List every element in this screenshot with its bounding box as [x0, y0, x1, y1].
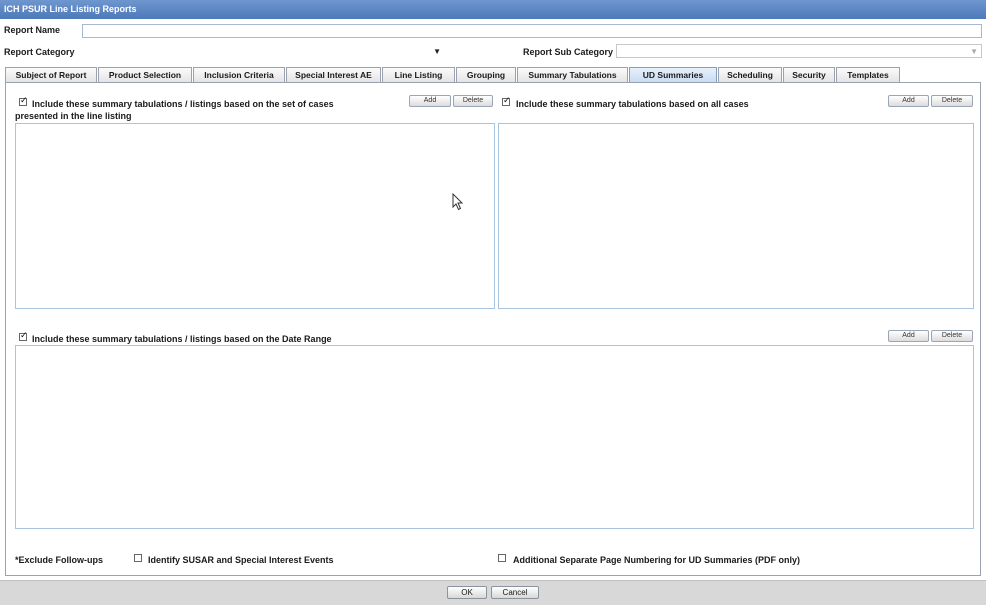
date-range-checkbox[interactable]: ✓ [19, 330, 28, 341]
line-listing-label-1: Include these summary tabulations / list… [32, 99, 334, 109]
window-title-bar: ICH PSUR Line Listing Reports [0, 0, 986, 19]
tab-security[interactable]: Security [783, 67, 835, 82]
tab-product-selection[interactable]: Product Selection [98, 67, 192, 82]
exclude-followups-label: *Exclude Follow-ups [15, 555, 104, 565]
all-cases-list[interactable] [498, 123, 974, 309]
dropdown-arrow-icon[interactable]: ▼ [970, 45, 978, 58]
all-cases-add-button[interactable]: Add [888, 95, 929, 107]
cancel-button[interactable]: Cancel [491, 586, 539, 599]
tab-bar: Subject of Report Product Selection Incl… [5, 67, 901, 83]
date-range-list[interactable] [15, 345, 974, 529]
separate-page-numbering-checkbox[interactable] [498, 554, 506, 562]
tab-inclusion-criteria[interactable]: Inclusion Criteria [193, 67, 285, 82]
tab-scheduling[interactable]: Scheduling [718, 67, 782, 82]
report-sub-category-label: Report Sub Category [523, 47, 614, 57]
mouse-pointer-icon [452, 193, 464, 211]
ud-summaries-panel: ✓ Include these summary tabulations / li… [5, 82, 981, 576]
all-cases-label: Include these summary tabulations based … [516, 99, 749, 109]
line-listing-label-2: presented in the line listing [15, 111, 132, 121]
report-category-dropdown[interactable]: ▼ [78, 45, 444, 59]
all-cases-checkbox[interactable]: ✓ [502, 95, 511, 106]
dropdown-arrow-icon[interactable]: ▼ [433, 45, 441, 58]
tab-summary-tabulations[interactable]: Summary Tabulations [517, 67, 628, 82]
line-listing-checkbox[interactable]: ✓ [19, 95, 28, 106]
checkmark-icon: ✓ [20, 95, 28, 105]
window-title: ICH PSUR Line Listing Reports [4, 4, 137, 14]
report-category-label: Report Category [4, 47, 75, 57]
tab-ud-summaries[interactable]: UD Summaries [629, 67, 717, 83]
date-range-label: Include these summary tabulations / list… [32, 334, 332, 344]
date-range-delete-button[interactable]: Delete [931, 330, 973, 342]
identify-susar-checkbox[interactable] [134, 554, 142, 562]
separate-page-numbering-label: Additional Separate Page Numbering for U… [513, 555, 801, 565]
report-name-label: Report Name [4, 25, 61, 35]
tab-line-listing[interactable]: Line Listing [382, 67, 455, 82]
identify-susar-label: Identify SUSAR and Special Interest Even… [148, 555, 334, 565]
dialog-button-bar: OK Cancel [0, 580, 986, 605]
tab-subject-of-report[interactable]: Subject of Report [5, 67, 97, 82]
all-cases-delete-button[interactable]: Delete [931, 95, 973, 107]
report-name-input[interactable] [82, 24, 982, 38]
line-listing-delete-button[interactable]: Delete [453, 95, 493, 107]
line-listing-add-button[interactable]: Add [409, 95, 451, 107]
checkmark-icon: ✓ [20, 330, 28, 340]
tab-grouping[interactable]: Grouping [456, 67, 516, 82]
checkmark-icon: ✓ [503, 95, 511, 105]
report-sub-category-dropdown[interactable]: ▼ [616, 44, 982, 58]
tab-templates[interactable]: Templates [836, 67, 900, 82]
line-listing-list[interactable] [15, 123, 495, 309]
ok-button[interactable]: OK [447, 586, 487, 599]
date-range-add-button[interactable]: Add [888, 330, 929, 342]
tab-special-interest-ae[interactable]: Special Interest AE [286, 67, 381, 82]
